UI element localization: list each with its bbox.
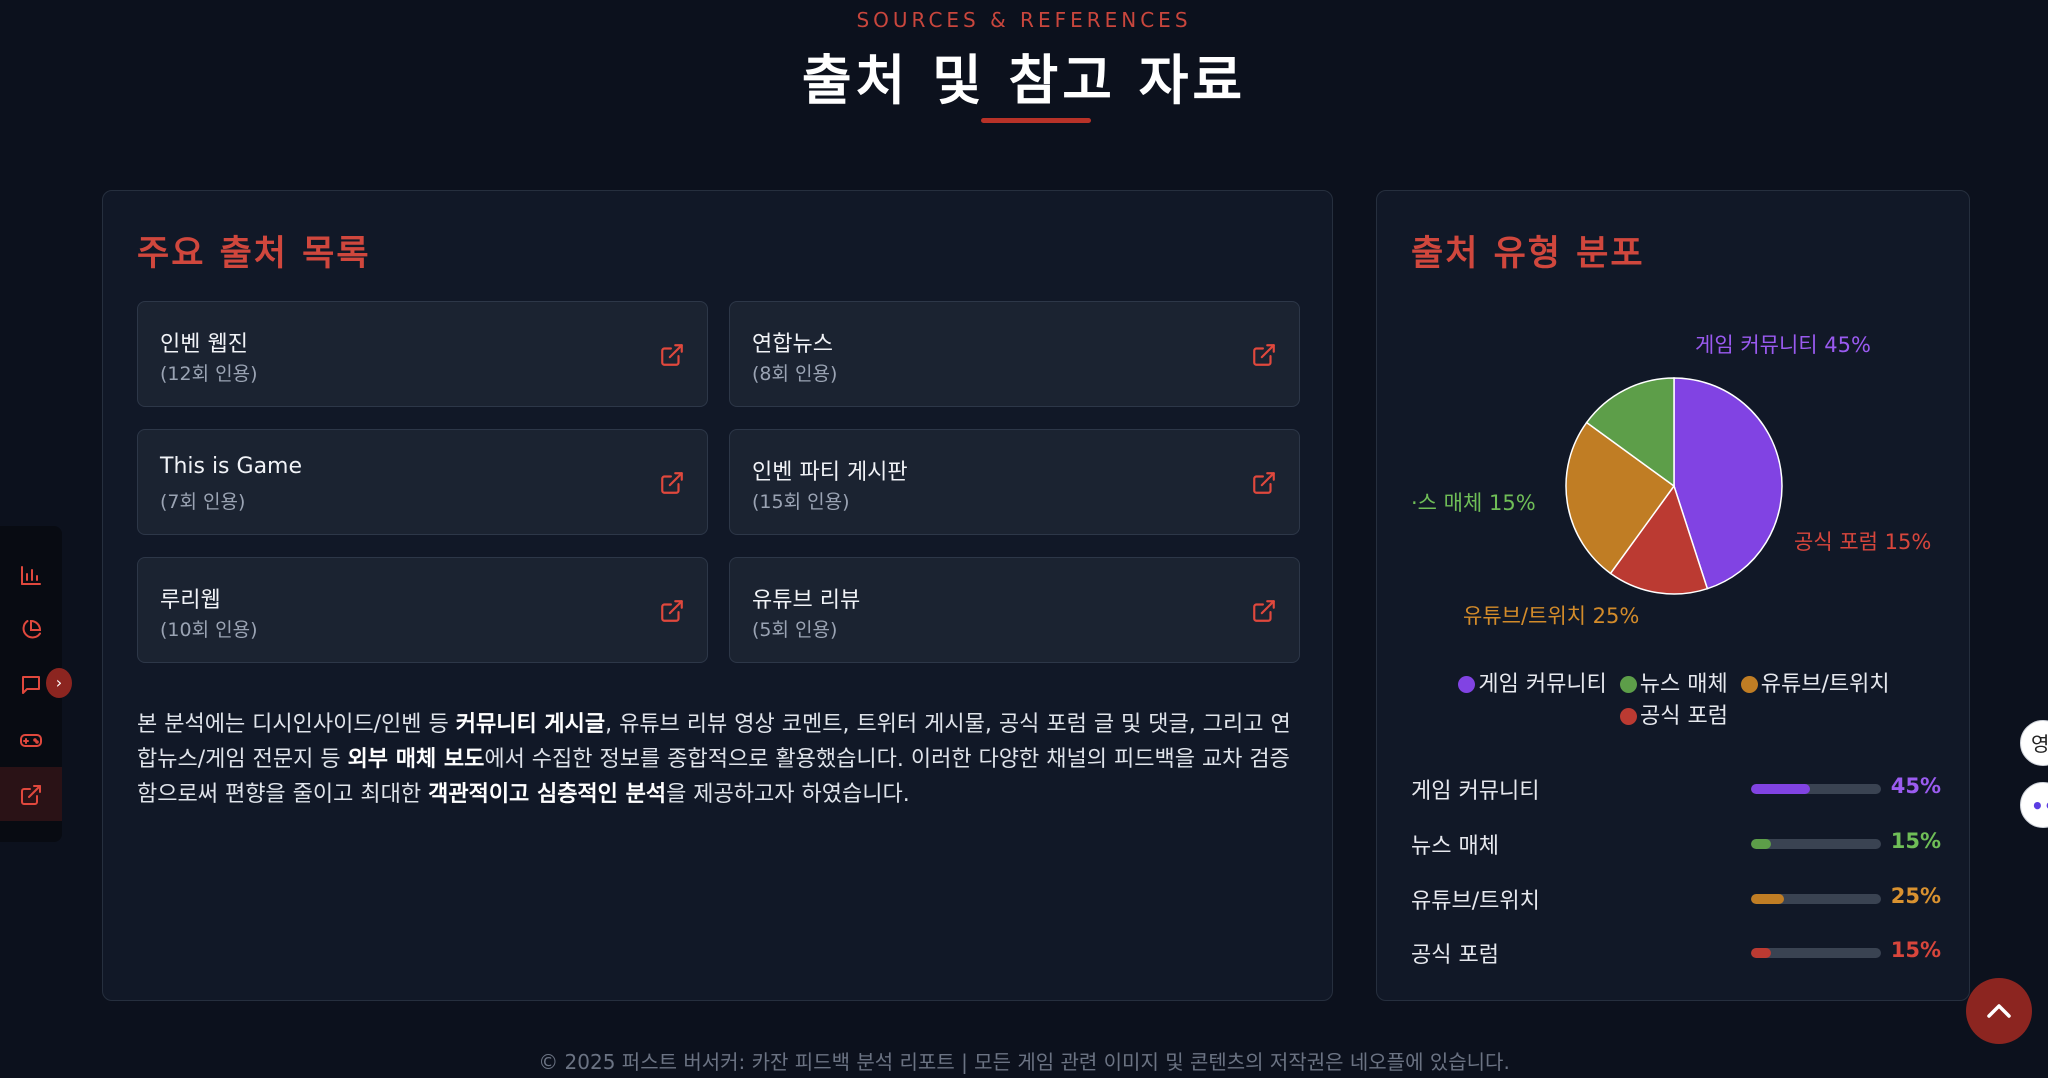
source-item-ruliweb[interactable]: 루리웹 (10회 인용) (137, 557, 708, 663)
stat-bar-fill (1751, 894, 1784, 904)
source-name: This is Game (160, 454, 303, 479)
stat-value: 25% (1890, 884, 1941, 908)
external-link-icon[interactable] (659, 470, 685, 496)
pie-label-community: 게임 커뮤니티 45% (1695, 333, 1871, 357)
stat-bar-fill (1751, 839, 1771, 849)
stat-bar (1751, 894, 1881, 904)
distribution-card: 출처 유형 분포 게임 커뮤니티 45% 공식 포럼 15% 유튜브/트위치 2… (1376, 190, 1970, 1001)
stat-row-news: 뉴스 매체 15% (1411, 824, 1941, 864)
emphasis-community: 커뮤니티 게시글 (455, 712, 606, 737)
source-name: 인벤 웹진 (160, 332, 248, 357)
pie-label-forum: 공식 포럼 15% (1794, 530, 1932, 554)
source-count: (10회 인용) (160, 619, 258, 641)
gamepad-icon (20, 734, 42, 747)
chevron-up-icon (1987, 1004, 2011, 1018)
emphasis-media: 외부 매체 보도 (347, 747, 485, 772)
bar-chart-icon (21, 566, 41, 585)
source-name: 연합뉴스 (752, 332, 833, 357)
page-footer: © 2025 퍼스트 버서커: 카잔 피드백 분석 리포트 | 모든 게임 관련… (538, 1050, 1510, 1074)
source-item-youtube-review[interactable]: 유튜브 리뷰 (5회 인용) (729, 557, 1300, 663)
nav-button-stats[interactable] (0, 547, 62, 601)
nav-button-game[interactable] (0, 712, 62, 766)
pie-legend: 게임 커뮤니티 뉴스 매체 유튜브/트위치 공식 포럼 (1377, 669, 1971, 733)
scroll-to-top-button[interactable] (1966, 978, 2032, 1044)
pie-chart-icon (22, 619, 42, 639)
legend-dot (1619, 676, 1637, 693)
stat-label: 뉴스 매체 (1411, 834, 1499, 859)
legend-dot (1620, 708, 1638, 725)
external-link-icon[interactable] (1251, 598, 1277, 624)
stat-row-forum: 공식 포럼 15% (1411, 933, 1941, 973)
message-icon (22, 676, 40, 694)
pie-label-youtube: 유튜브/트위치 25% (1463, 604, 1640, 628)
language-toggle-button[interactable]: 영 (2020, 720, 2048, 766)
legend-item-community[interactable]: 게임 커뮤니티 (1458, 669, 1607, 701)
external-link-icon[interactable] (1251, 470, 1277, 496)
legend-dot (1740, 676, 1758, 693)
external-link-icon[interactable] (1251, 342, 1277, 368)
title-underline (981, 118, 1091, 123)
source-item-yonhap[interactable]: 연합뉴스 (8회 인용) (729, 301, 1300, 407)
sources-card: 주요 출처 목록 인벤 웹진 (12회 인용) 연합뉴스 (8회 인용) Thi… (102, 190, 1333, 1001)
source-name: 인벤 파티 게시판 (752, 460, 908, 485)
external-link-icon (21, 785, 41, 805)
nav-button-distribution[interactable] (0, 602, 62, 656)
stat-bar (1751, 784, 1881, 794)
legend-dot (1458, 676, 1476, 693)
external-link-icon[interactable] (659, 598, 685, 624)
stat-bar (1751, 839, 1881, 849)
stat-label: 공식 포럼 (1411, 943, 1499, 968)
external-link-icon[interactable] (659, 342, 685, 368)
section-eyebrow: SOURCES & REFERENCES (856, 8, 1192, 32)
emphasis-analysis: 객관적이고 심층적인 분석 (428, 782, 667, 807)
stat-value: 15% (1890, 829, 1941, 853)
page-title: 출처 및 참고 자료 (801, 49, 1247, 112)
nav-button-sources[interactable] (0, 767, 62, 821)
source-count: (12회 인용) (160, 363, 258, 385)
source-count: (5회 인용) (752, 619, 838, 641)
legend-item-news[interactable]: 뉴스 매체 (1619, 669, 1728, 701)
stat-label: 유튜브/트위치 (1411, 889, 1540, 914)
stat-row-community: 게임 커뮤니티 45% (1411, 769, 1941, 809)
stat-value: 45% (1890, 774, 1941, 798)
stat-bar-fill (1751, 948, 1771, 958)
source-name: 유튜브 리뷰 (752, 588, 861, 613)
stat-row-youtube: 유튜브/트위치 25% (1411, 879, 1941, 919)
sidebar-collapse-toggle[interactable]: › (46, 668, 72, 698)
source-count: (8회 인용) (752, 363, 838, 385)
sources-description: 본 분석에는 디시인사이드/인벤 등 커뮤니티 게시글, 유튜브 리뷰 영상 코… (137, 712, 1291, 807)
sources-card-heading: 주요 출처 목록 (137, 234, 371, 274)
legend-item-forum[interactable]: 공식 포럼 (1620, 701, 1728, 733)
stat-bar-fill (1751, 784, 1810, 794)
pie-label-news: ·스 매체 15% (1411, 491, 1536, 515)
assistant-button[interactable]: •• (2020, 782, 2048, 828)
source-count: (15회 인용) (752, 491, 850, 513)
source-item-thisisgame[interactable]: This is Game (7회 인용) (137, 429, 708, 535)
stat-label: 게임 커뮤니티 (1411, 779, 1540, 804)
legend-item-youtube[interactable]: 유튜브/트위치 (1740, 669, 1890, 701)
source-count: (7회 인용) (160, 491, 246, 513)
source-item-inven-party-board[interactable]: 인벤 파티 게시판 (15회 인용) (729, 429, 1300, 535)
stat-bar (1751, 948, 1881, 958)
source-name: 루리웹 (160, 588, 221, 613)
stat-value: 15% (1890, 938, 1941, 962)
source-item-inven-webzine[interactable]: 인벤 웹진 (12회 인용) (137, 301, 708, 407)
